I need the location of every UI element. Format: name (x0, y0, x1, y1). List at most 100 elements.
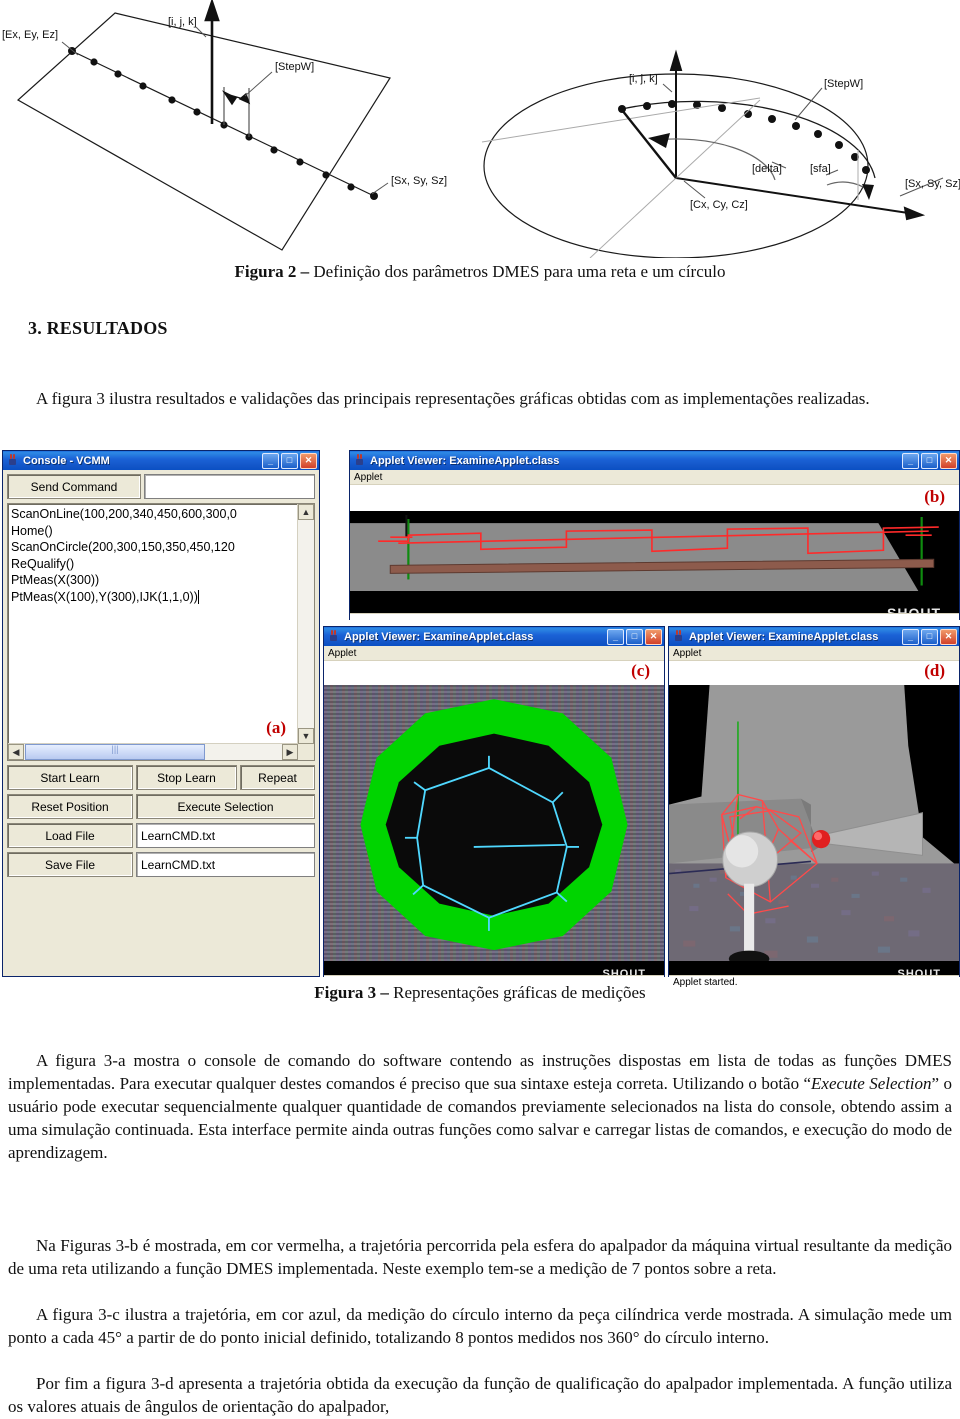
close-icon: ✕ (649, 631, 658, 641)
cmd-line-3[interactable]: ReQualify() (11, 557, 74, 571)
execute-selection-mention: Execute Selection (811, 1074, 932, 1093)
window-applet-viewer-c[interactable]: Applet Viewer: ExamineApplet.class _ □ ✕… (323, 626, 665, 989)
load-file-button[interactable]: Load File (7, 823, 133, 848)
reset-position-button[interactable]: Reset Position (7, 794, 133, 819)
svg-text:[Ex, Ey, Ez]: [Ex, Ey, Ez] (2, 29, 58, 41)
scene-b-black-strip: SHOUT (350, 591, 959, 613)
maximize-button[interactable]: □ (921, 628, 938, 645)
applet-menu-b[interactable]: Applet (350, 470, 959, 485)
window-console-vcmm[interactable]: Console - VCMM _ □ ✕ Send Command ScanOn… (2, 450, 320, 977)
scroll-up-icon[interactable]: ▲ (298, 504, 314, 520)
window-a-client: Send Command ScanOnLine(100,200,340,450,… (3, 470, 319, 976)
paragraph-figure-3c: A figura 3-c ilustra a trajetória, em co… (8, 1303, 952, 1349)
figure-2-caption: Figura 2 – Definição dos parâmetros DMES… (0, 262, 960, 282)
window-c-titlebar[interactable]: Applet Viewer: ExamineApplet.class _ □ ✕ (324, 627, 664, 646)
send-command-button[interactable]: Send Command (7, 474, 141, 499)
save-file-input[interactable]: LearnCMD.txt (136, 852, 315, 877)
scroll-right-icon[interactable]: ▶ (282, 744, 298, 760)
java-coffee-icon (353, 454, 366, 467)
window-a-titlebar[interactable]: Console - VCMM _ □ ✕ (3, 451, 319, 470)
minimize-icon: _ (267, 455, 273, 466)
paragraph-figure-3b: Na Figuras 3-b é mostrada, em cor vermel… (8, 1234, 952, 1280)
hscroll-thumb[interactable] (25, 744, 205, 760)
stop-learn-button[interactable]: Stop Learn (136, 765, 237, 790)
scene-b-ghost-text: SHOUT (887, 605, 941, 613)
maximize-button[interactable]: □ (281, 452, 298, 469)
execute-selection-button[interactable]: Execute Selection (136, 794, 315, 819)
window-applet-viewer-b[interactable]: Applet Viewer: ExamineApplet.class _ □ ✕… (349, 450, 960, 627)
maximize-icon: □ (926, 631, 933, 641)
svg-text:[StepW]: [StepW] (275, 61, 314, 73)
close-button[interactable]: ✕ (300, 452, 317, 469)
window-d-titlebar[interactable]: Applet Viewer: ExamineApplet.class _ □ ✕ (669, 627, 959, 646)
maximize-button[interactable]: □ (921, 452, 938, 469)
maximize-icon: □ (631, 631, 638, 641)
panel-label-c: (c) (631, 661, 650, 680)
cmd-line-1[interactable]: Home() (11, 524, 53, 538)
cmd-line-5[interactable]: PtMeas(X(100),Y(300),IJK(1,1,0)) (11, 589, 199, 604)
maximize-icon: □ (926, 455, 933, 465)
section-heading-resultados: 3. RESULTADOS (28, 318, 168, 338)
applet-b-header-strip: (b) (350, 485, 959, 511)
maximize-button[interactable]: □ (626, 628, 643, 645)
window-b-titlebar[interactable]: Applet Viewer: ExamineApplet.class _ □ ✕ (350, 451, 959, 470)
figure-3-screenshots: Console - VCMM _ □ ✕ Send Command ScanOn… (0, 448, 960, 989)
paragraph-intro-text: A figura 3 ilustra resultados e validaçõ… (36, 389, 870, 408)
list-horizontal-scrollbar[interactable]: ◀ ▶ (8, 743, 298, 760)
java-coffee-icon (6, 454, 19, 467)
close-button[interactable]: ✕ (645, 628, 662, 645)
start-learn-button[interactable]: Start Learn (7, 765, 133, 790)
command-list-lines: ScanOnLine(100,200,340,450,600,300,0 Hom… (11, 506, 297, 605)
scroll-down-icon[interactable]: ▼ (298, 728, 314, 744)
save-file-button[interactable]: Save File (7, 852, 133, 877)
figure-3-caption: Figura 3 – Representações gráficas de me… (0, 983, 960, 1003)
applet-menu-c[interactable]: Applet (324, 646, 664, 661)
scene-circle-trajectory (324, 685, 664, 961)
load-file-input[interactable]: LearnCMD.txt (136, 823, 315, 848)
minimize-button[interactable]: _ (607, 628, 624, 645)
svg-text:[i, j, k]: [i, j, k] (629, 73, 658, 85)
figure-2-svg: [Ex, Ey, Ez] [i, j, k] [StepW] [Sx, Sy, … (2, 0, 960, 258)
panel-label-d: (d) (924, 661, 945, 680)
applet-d-header-strip: (d) (669, 661, 959, 685)
cmd-line-2[interactable]: ScanOnCircle(200,300,150,350,450,120 (11, 540, 235, 554)
scene-line-trajectory (350, 511, 959, 591)
window-c-client: Applet (c) SHOUT (324, 646, 664, 989)
window-a-title: Console - VCMM (23, 454, 110, 467)
scene-d-svg (669, 685, 959, 961)
paragraph-figure-3a: A figura 3-a mostra o console de comando… (8, 1049, 952, 1164)
close-icon: ✕ (944, 455, 953, 465)
cmd-line-0[interactable]: ScanOnLine(100,200,340,450,600,300,0 (11, 507, 237, 521)
figure-3-caption-text: Representações gráficas de medições (393, 983, 646, 1002)
figure-3-caption-label: Figura 3 – (314, 983, 394, 1002)
repeat-button[interactable]: Repeat (240, 765, 315, 790)
cmd-line-4[interactable]: PtMeas(X(300)) (11, 573, 99, 587)
window-d-title: Applet Viewer: ExamineApplet.class (689, 630, 879, 643)
minimize-button[interactable]: _ (902, 452, 919, 469)
close-button[interactable]: ✕ (940, 628, 957, 645)
window-applet-viewer-d[interactable]: Applet Viewer: ExamineApplet.class _ □ ✕… (668, 626, 960, 989)
figure-2-caption-label: Figura 2 – (234, 262, 314, 281)
svg-text:[delta]: [delta] (752, 163, 782, 175)
svg-text:[StepW]: [StepW] (824, 78, 863, 90)
minimize-button[interactable]: _ (902, 628, 919, 645)
list-vertical-scrollbar[interactable]: ▲ ▼ (297, 504, 314, 744)
learn-buttons-row: Start Learn Stop Learn Repeat (7, 765, 315, 790)
close-button[interactable]: ✕ (940, 452, 957, 469)
command-list-area[interactable]: ScanOnLine(100,200,340,450,600,300,0 Hom… (7, 503, 315, 761)
scene-c-black-strip: SHOUT (324, 961, 664, 975)
scene-probe-qualification (669, 685, 959, 961)
panel-label-a: (a) (266, 718, 286, 737)
command-input[interactable] (144, 474, 315, 499)
save-file-row: Save File LearnCMD.txt (7, 852, 315, 877)
java-coffee-icon (327, 630, 340, 643)
applet-menu-d[interactable]: Applet (669, 646, 959, 661)
line-measure-points (68, 47, 378, 200)
svg-text:[sfa]: [sfa] (810, 163, 831, 175)
minimize-button[interactable]: _ (262, 452, 279, 469)
scene-b-svg (350, 511, 959, 591)
window-b-statusbar (350, 613, 959, 627)
scroll-left-icon[interactable]: ◀ (8, 744, 24, 760)
minimize-icon: _ (612, 631, 618, 642)
minimize-icon: _ (907, 455, 913, 466)
